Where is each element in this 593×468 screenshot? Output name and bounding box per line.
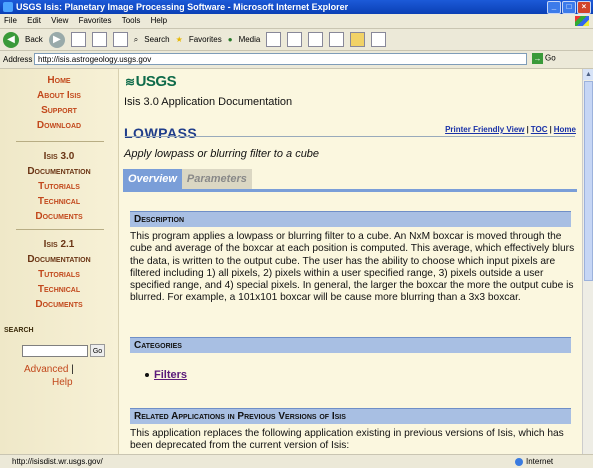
address-label: Address: [3, 55, 33, 64]
nav-isis2-documentation[interactable]: Documentation: [0, 252, 118, 267]
divider: [16, 229, 104, 230]
history-icon[interactable]: [266, 32, 282, 47]
menu-bar: File Edit View Favorites Tools Help: [0, 14, 593, 29]
home-link[interactable]: Home: [554, 125, 576, 134]
isis3-nav: Isis 3.0 Documentation Tutorials Technic…: [0, 149, 118, 224]
menu-view[interactable]: View: [51, 16, 68, 25]
related-heading: Related Applications in Previous Version…: [130, 408, 571, 424]
menu-help[interactable]: Help: [151, 16, 167, 25]
header-rule: [125, 136, 575, 137]
go-button[interactable]: → Go: [532, 53, 556, 64]
isis2-heading: Isis 2.1: [43, 239, 75, 250]
maximize-button[interactable]: □: [562, 1, 576, 14]
refresh-icon[interactable]: [91, 32, 107, 47]
back-icon[interactable]: ◀: [3, 31, 19, 48]
status-zone: Internet: [515, 455, 553, 468]
doc-links: Printer Friendly View | TOC | Home: [445, 125, 576, 134]
nav-download[interactable]: Download: [0, 118, 118, 133]
doc-tabs: Overview Parameters: [123, 169, 252, 189]
tab-underline: [123, 189, 577, 192]
title-bar: USGS Isis: Planetary Image Processing So…: [0, 0, 593, 14]
menu-edit[interactable]: Edit: [27, 16, 41, 25]
printer-friendly-link[interactable]: Printer Friendly View: [445, 125, 524, 134]
window-title: USGS Isis: Planetary Image Processing So…: [16, 2, 349, 12]
program-brief: Apply lowpass or blurring filter to a cu…: [124, 148, 320, 160]
divider: [16, 141, 104, 142]
home-icon[interactable]: [112, 32, 128, 47]
nav-home[interactable]: Home: [0, 73, 118, 88]
tab-parameters[interactable]: Parameters: [181, 169, 252, 189]
stop-icon[interactable]: [70, 32, 86, 47]
site-search-input[interactable]: [22, 345, 88, 357]
tab-overview[interactable]: Overview: [123, 169, 182, 189]
categories-heading: Categories: [130, 337, 571, 353]
bullet-icon: [145, 373, 149, 378]
media-label[interactable]: Media: [239, 35, 261, 44]
go-arrow-icon: →: [532, 53, 543, 64]
description-heading: Description: [130, 211, 571, 227]
main-nav: Home About Isis Support Download: [0, 73, 118, 133]
page-viewport: Home About Isis Support Download Isis 3.…: [0, 69, 593, 454]
status-url: http://isisdist.wr.usgs.gov/: [12, 457, 103, 466]
description-text: This program applies a lowpass or blurri…: [130, 231, 575, 304]
search-help-link[interactable]: Help: [52, 377, 73, 388]
nav-isis3-documents[interactable]: Documents: [0, 209, 118, 224]
toc-link[interactable]: TOC: [531, 125, 548, 134]
windows-flag-icon: [575, 16, 589, 26]
edit-icon[interactable]: [329, 32, 345, 47]
app-doc-title: Isis 3.0 Application Documentation: [124, 96, 293, 108]
main-content: ≋USGS Isis 3.0 Application Documentation…: [119, 69, 582, 454]
address-bar: Address http://isis.astrogeology.usgs.go…: [0, 51, 593, 69]
status-bar: http://isisdist.wr.usgs.gov/ Internet: [0, 454, 593, 468]
sidebar: Home About Isis Support Download Isis 3.…: [0, 69, 119, 454]
nav-isis2-tutorials[interactable]: Tutorials: [0, 267, 118, 282]
menu-favorites[interactable]: Favorites: [79, 16, 112, 25]
mail-icon[interactable]: [287, 32, 303, 47]
search-icon[interactable]: ⌕: [134, 35, 138, 45]
category-filters-link[interactable]: Filters: [154, 369, 187, 381]
forward-icon[interactable]: ▶: [48, 31, 65, 48]
vertical-scrollbar[interactable]: ▲: [582, 69, 593, 454]
go-label: Go: [545, 53, 556, 63]
search-label[interactable]: Search: [144, 35, 169, 44]
nav-isis3-tutorials[interactable]: Tutorials: [0, 179, 118, 194]
logo-text: USGS: [135, 73, 177, 90]
isis3-heading: Isis 3.0: [43, 151, 75, 162]
print-icon[interactable]: [308, 32, 324, 47]
address-input[interactable]: http://isis.astrogeology.usgs.gov: [34, 53, 527, 65]
messenger-icon[interactable]: [371, 32, 387, 47]
nav-isis3-technical[interactable]: Technical: [0, 194, 118, 209]
folder-icon[interactable]: [350, 32, 366, 47]
globe-icon: [515, 457, 523, 466]
list-item: Filters: [145, 369, 187, 381]
scroll-up-icon[interactable]: ▲: [583, 69, 593, 80]
close-button[interactable]: ×: [577, 1, 591, 14]
nav-support[interactable]: Support: [0, 103, 118, 118]
nav-isis3-documentation[interactable]: Documentation: [0, 164, 118, 179]
site-search-go-button[interactable]: Go: [90, 344, 105, 357]
isis2-nav: Isis 2.1 Documentation Tutorials Technic…: [0, 237, 118, 312]
related-text: This application replaces the following …: [130, 428, 564, 452]
favorites-icon[interactable]: ★: [176, 35, 183, 44]
advanced-search-link[interactable]: Advanced |: [24, 363, 74, 376]
nav-isis2-documents[interactable]: Documents: [0, 297, 118, 312]
search-label: SEARCH: [4, 327, 34, 334]
usgs-logo: ≋USGS: [125, 73, 177, 90]
menu-tools[interactable]: Tools: [122, 16, 141, 25]
usgs-wave-icon: ≋: [125, 75, 135, 89]
menu-file[interactable]: File: [4, 16, 17, 25]
back-label[interactable]: Back: [25, 35, 43, 44]
media-icon[interactable]: ●: [228, 35, 233, 44]
nav-isis2-technical[interactable]: Technical: [0, 282, 118, 297]
program-name: LOWPASS: [124, 125, 198, 141]
advanced-label: Advanced: [24, 364, 69, 375]
ie-icon: [3, 2, 13, 12]
scrollbar-thumb[interactable]: [584, 81, 593, 281]
nav-about-isis[interactable]: About Isis: [0, 88, 118, 103]
minimize-button[interactable]: _: [547, 1, 561, 14]
zone-label: Internet: [526, 457, 554, 466]
browser-toolbar: ◀ Back ▶ ⌕ Search ★ Favorites ● Media: [0, 29, 593, 51]
favorites-label[interactable]: Favorites: [189, 35, 222, 44]
